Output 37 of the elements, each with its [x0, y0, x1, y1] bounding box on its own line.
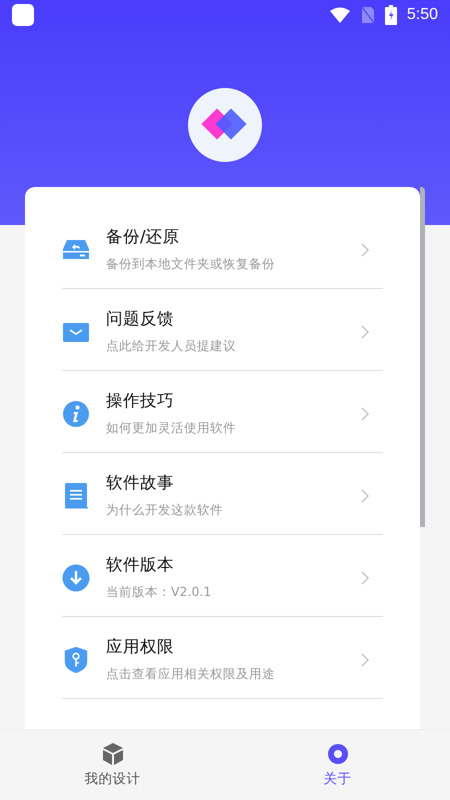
nav-tab[interactable]: 我的设计 — [0, 730, 225, 800]
battery-icon — [384, 5, 397, 25]
menu-title: 应用权限 — [106, 636, 175, 658]
shield-key-icon — [62, 646, 90, 674]
clock-time: 5:50 — [406, 6, 438, 24]
menu-subtitle: 当前版本：V2.0.1 — [106, 584, 212, 601]
wifi-icon — [328, 7, 351, 23]
cube-icon — [100, 742, 124, 766]
chevron-right-icon — [361, 652, 369, 666]
menu-item[interactable]: 操作技巧 如何更加灵活使用软件 — [62, 371, 383, 453]
download-icon — [62, 564, 90, 592]
chevron-right-icon — [361, 406, 369, 420]
menu-title: 软件版本 — [106, 554, 175, 576]
chevron-right-icon — [361, 488, 369, 502]
menu-subtitle: 如何更加灵活使用软件 — [106, 420, 237, 437]
book-icon — [62, 482, 90, 510]
info-icon — [62, 400, 90, 428]
menu-subtitle: 点此给开发人员提建议 — [106, 338, 237, 355]
chevron-right-icon — [361, 324, 369, 338]
menu-title: 软件故事 — [106, 472, 175, 494]
chevron-right-icon — [361, 242, 369, 256]
chevron-right-icon — [361, 570, 369, 584]
nav-tab[interactable]: 关于 — [225, 730, 450, 800]
menu-item[interactable]: 问题反馈 点此给开发人员提建议 — [62, 289, 383, 371]
menu-title: 备份/还原 — [106, 226, 181, 248]
menu-item[interactable]: 应用权限 点击查看应用相关权限及用途 — [62, 617, 383, 699]
notification-icon — [12, 4, 34, 26]
no-sim-icon — [360, 6, 375, 24]
circle-icon — [326, 742, 350, 766]
menu-subtitle: 点击查看应用相关权限及用途 — [106, 666, 276, 683]
menu-title: 问题反馈 — [106, 308, 175, 330]
menu-item[interactable]: 软件故事 为什么开发这款软件 — [62, 453, 383, 535]
menu-item[interactable]: 软件版本 当前版本：V2.0.1 — [62, 535, 383, 617]
menu-item[interactable]: 备份/还原 备份到本地文件夹或恢复备份 — [62, 207, 383, 289]
menu-subtitle: 为什么开发这款软件 — [106, 502, 224, 519]
menu-subtitle: 备份到本地文件夹或恢复备份 — [106, 256, 276, 273]
menu-title: 操作技巧 — [106, 390, 175, 412]
